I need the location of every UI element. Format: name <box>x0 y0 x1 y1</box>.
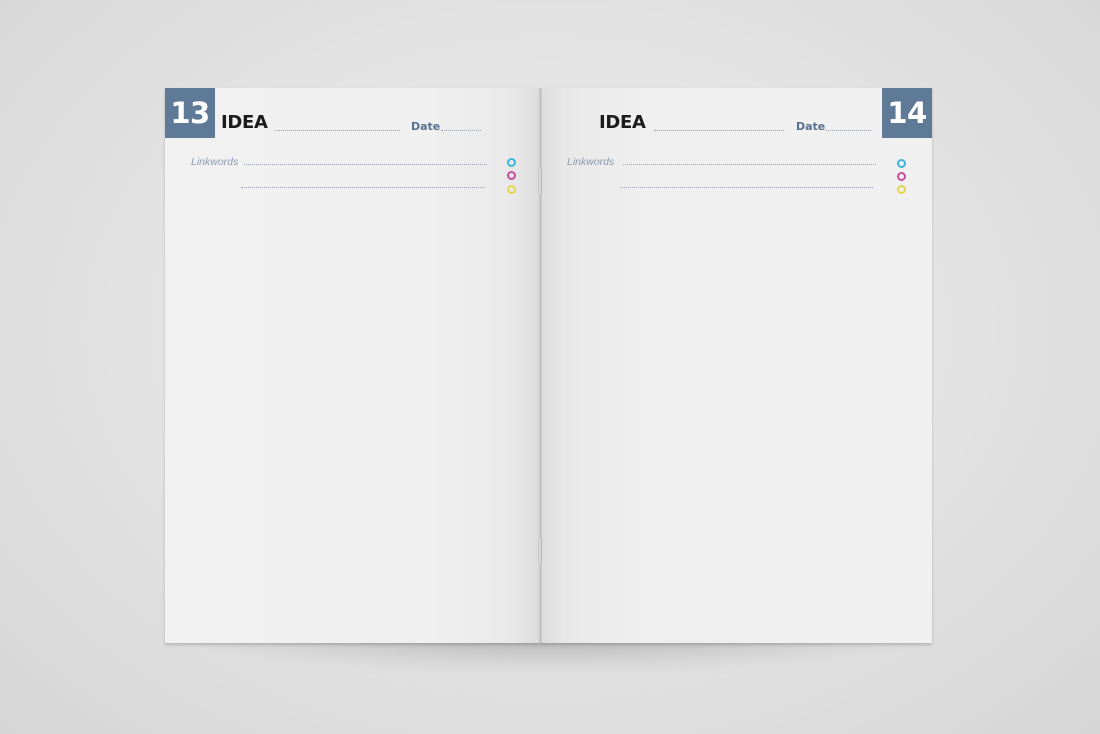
right-page: IDEA Date 14 Linkwords <box>541 88 932 643</box>
notebook-scene: 13 IDEA Date Linkwords IDEA Date 14 Link… <box>0 0 1100 734</box>
staple-top <box>538 168 542 194</box>
idea-title-left: IDEA <box>221 112 268 133</box>
date-label-right: Date <box>796 120 826 133</box>
magenta-circle-icon-left <box>507 171 516 180</box>
magenta-circle-icon-right <box>897 172 906 181</box>
idea-line-right <box>654 130 784 131</box>
yellow-circle-icon-right <box>897 185 906 194</box>
date-line-right <box>826 130 871 131</box>
date-line-left <box>441 130 481 131</box>
page-number-left: 13 <box>165 88 215 138</box>
linkwords-line-1-right <box>623 164 876 165</box>
linkwords-label-right: Linkwords <box>567 156 615 168</box>
idea-line-left <box>275 130 400 131</box>
staple-bottom <box>538 538 542 564</box>
linkwords-line-1-left <box>244 164 487 165</box>
date-label-left: Date <box>411 120 441 133</box>
idea-title-right: IDEA <box>599 112 646 133</box>
cyan-circle-icon-right <box>897 159 906 168</box>
cyan-circle-icon-left <box>507 158 516 167</box>
linkwords-line-2-left <box>241 187 485 188</box>
linkwords-label-left: Linkwords <box>191 156 239 168</box>
yellow-circle-icon-left <box>507 185 516 194</box>
page-number-right: 14 <box>882 88 932 138</box>
left-page: 13 IDEA Date Linkwords <box>165 88 540 643</box>
linkwords-line-2-right <box>620 187 873 188</box>
